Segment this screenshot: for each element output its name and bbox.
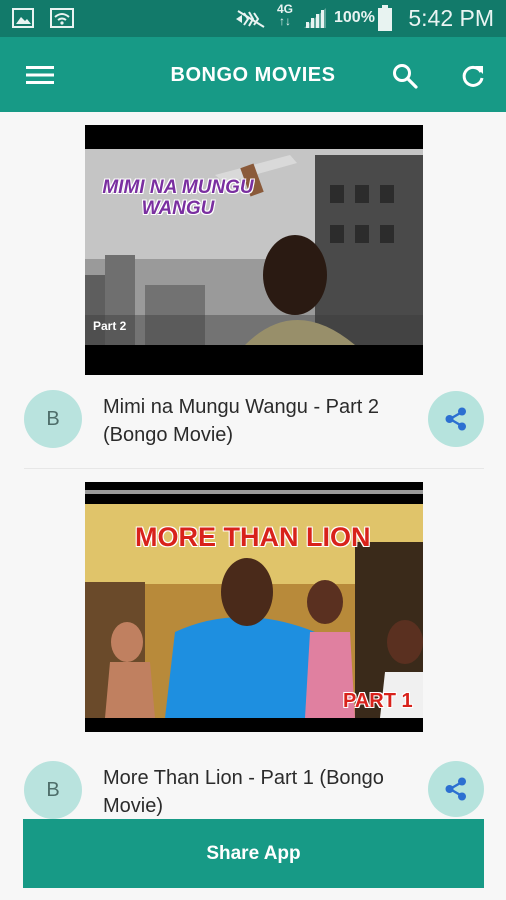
channel-avatar: B	[24, 390, 82, 448]
app-bar: BONGO MOVIES	[0, 37, 506, 112]
thumbnail-part-text: Part 2	[93, 319, 127, 333]
signal-icon	[304, 8, 326, 28]
thumbnail-part-text: PART 1	[343, 690, 413, 712]
video-thumbnail[interactable]: MIMI NA MUNGU WANGU Part 2	[85, 125, 423, 375]
app-title: BONGO MOVIES	[170, 64, 336, 86]
share-icon	[445, 777, 466, 801]
gallery-notification-icon	[12, 8, 34, 28]
battery-icon	[378, 5, 392, 31]
mute-icon	[236, 10, 265, 28]
clock: 5:42 PM	[408, 5, 494, 31]
share-button[interactable]	[428, 761, 484, 817]
video-title[interactable]: More Than Lion - Part 1 (Bongo Movie)	[103, 764, 413, 820]
network-type-label: 4G ↑↓	[277, 2, 294, 28]
video-list[interactable]: MIMI NA MUNGU WANGU Part 2 B Mimi na Mun…	[0, 112, 506, 900]
search-icon[interactable]	[384, 55, 426, 97]
channel-avatar: B	[24, 761, 82, 819]
thumbnail-title-text: MORE THAN LION	[135, 522, 371, 552]
video-title[interactable]: Mimi na Mungu Wangu - Part 2 (Bongo Movi…	[103, 393, 413, 449]
battery-percent: 100%	[334, 9, 375, 26]
share-app-button[interactable]: Share App	[23, 819, 484, 888]
share-icon	[445, 407, 466, 431]
video-thumbnail[interactable]: MORE THAN LION PART 1	[85, 482, 423, 732]
thumbnail-title-text: MIMI NA MUNGU WANGU	[102, 177, 254, 219]
refresh-icon[interactable]	[452, 55, 494, 97]
list-divider	[24, 468, 484, 469]
share-button[interactable]	[428, 391, 484, 447]
status-bar: 4G ↑↓ 100% 5:42 PM	[0, 0, 506, 37]
wifi-notification-icon	[50, 8, 74, 28]
